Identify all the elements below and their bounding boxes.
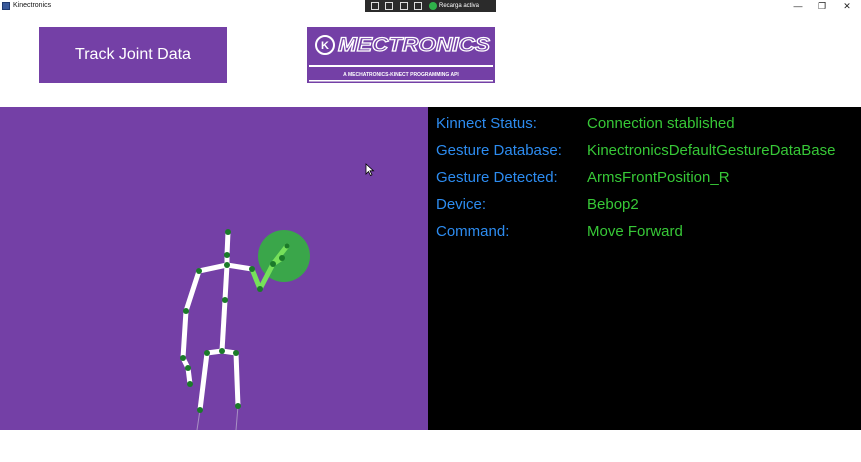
joint-wrist-left (180, 355, 186, 361)
window-title: Kinectronics (13, 2, 52, 9)
joint-spine-shoulder (224, 262, 230, 268)
joint-hand-right (279, 255, 285, 261)
hot-reload-status: Recarga activa (439, 3, 480, 9)
track-joint-data-button[interactable]: Track Joint Data (39, 27, 227, 83)
joint-hip-right (233, 350, 239, 356)
joint-spine-base (219, 348, 225, 354)
status-label: Command: (436, 223, 510, 240)
body-bones (180, 229, 255, 413)
status-label: Gesture Database: (436, 142, 562, 159)
maximize-button[interactable]: ❐ (810, 0, 834, 13)
status-value: Connection stablished (587, 115, 735, 132)
joint-thumb-left (187, 381, 193, 387)
status-value: Move Forward (587, 223, 683, 240)
hot-reload-check-icon (429, 2, 437, 10)
kinectronics-logo: K MECTRONICS A MECHATRONICS-KINECT PROGR… (307, 27, 495, 83)
debug-toolbar: Recarga activa (365, 0, 496, 12)
app-icon (2, 2, 10, 10)
binding-failures-icon[interactable] (414, 2, 422, 10)
skeleton-view (0, 107, 428, 430)
track-focus-icon[interactable] (400, 2, 408, 10)
close-button[interactable]: ✕ (835, 0, 859, 13)
status-panel: Kinnect Status: Connection stablished Ge… (428, 107, 861, 430)
skeleton-canvas (180, 163, 375, 430)
joint-wrist-right (270, 261, 276, 267)
status-value: ArmsFrontPosition_R (587, 169, 730, 186)
logo-tagline: A MECHATRONICS-KINECT PROGRAMMING API (343, 72, 459, 78)
feet-lines (196, 405, 239, 430)
minimize-button[interactable]: — (786, 0, 810, 13)
joint-elbow-left (183, 308, 189, 314)
status-value: Bebop2 (587, 196, 639, 213)
status-value: KinectronicsDefaultGestureDataBase (587, 142, 836, 159)
joint-knee-left (197, 407, 203, 413)
joint-spine-mid (222, 297, 228, 303)
status-label: Device: (436, 196, 487, 213)
joint-hand-tip-right (284, 243, 290, 249)
mouse-cursor-icon (365, 163, 375, 177)
joint-hand-left (185, 365, 191, 371)
joint-neck (224, 252, 230, 258)
logo-icon-letter: K (321, 40, 329, 52)
joint-hip-left (204, 350, 210, 356)
joint-shoulder-right (249, 266, 255, 272)
joint-elbow-right (257, 286, 263, 292)
logo-wordmark: MECTRONICS (338, 35, 490, 56)
display-layout-icon[interactable] (385, 2, 393, 10)
status-label: Gesture Detected: (436, 169, 558, 186)
select-element-icon[interactable] (371, 2, 379, 10)
joint-shoulder-left (196, 268, 202, 274)
status-label: Kinnect Status: (436, 115, 537, 132)
joint-head (225, 229, 231, 235)
joint-knee-right (235, 403, 241, 409)
